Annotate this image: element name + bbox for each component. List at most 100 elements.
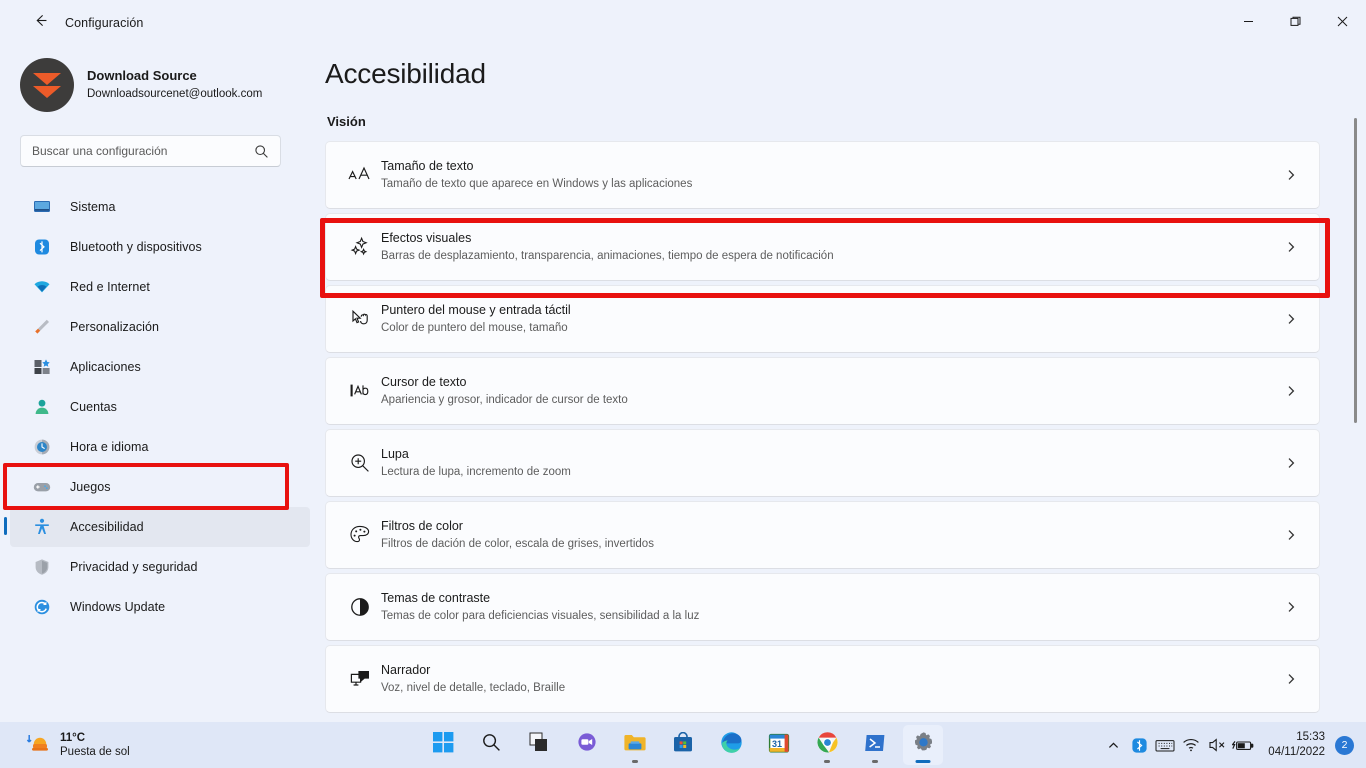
row-subtitle: Lectura de lupa, incremento de zoom	[381, 466, 571, 479]
sidebar-item-privacidad[interactable]: Privacidad y seguridad	[10, 547, 310, 587]
sidebar-item-label: Sistema	[70, 200, 116, 214]
search-button[interactable]	[471, 725, 511, 765]
mouse-pointer-icon	[339, 307, 381, 331]
scrollbar[interactable]	[1354, 106, 1358, 722]
clock-time: 15:33	[1296, 731, 1325, 744]
row-title: Puntero del mouse y entrada táctil	[381, 302, 571, 317]
narrator-icon	[339, 667, 381, 691]
settings-row-narrator[interactable]: Narrador Voz, nivel de detalle, teclado,…	[325, 645, 1320, 713]
gear-icon	[912, 731, 935, 759]
settings-app[interactable]	[903, 725, 943, 765]
speaker-muted-icon[interactable]	[1204, 729, 1230, 761]
clock[interactable]: 15:33 04/11/2022	[1268, 730, 1325, 760]
sidebar-item-bluetooth[interactable]: Bluetooth y dispositivos	[10, 227, 310, 267]
sidebar-item-hora[interactable]: Hora e idioma	[10, 427, 310, 467]
sidebar-item-label: Hora e idioma	[70, 440, 149, 454]
chevron-up-icon[interactable]	[1100, 729, 1126, 761]
minimize-button[interactable]	[1225, 0, 1272, 46]
sidebar-item-label: Red e Internet	[70, 280, 150, 294]
clock-date: 04/11/2022	[1268, 746, 1325, 758]
sparkle-icon	[339, 235, 381, 259]
sidebar-item-juegos[interactable]: Juegos	[10, 467, 310, 507]
windows-logo-icon	[432, 732, 454, 758]
wifi-icon[interactable]	[1178, 729, 1204, 761]
close-button[interactable]	[1319, 0, 1366, 46]
task-view-icon	[529, 732, 550, 758]
row-title: Cursor de texto	[381, 374, 467, 389]
sidebar: Download Source Downloadsourcenet@outloo…	[0, 46, 320, 722]
chrome-icon	[816, 731, 839, 759]
row-subtitle: Voz, nivel de detalle, teclado, Braille	[381, 682, 566, 695]
maximize-button[interactable]	[1272, 0, 1319, 46]
search-icon	[254, 144, 269, 164]
chevron-right-icon	[1276, 169, 1306, 181]
window-title: Configuración	[65, 16, 144, 30]
sidebar-item-accesibilidad[interactable]: Accesibilidad	[4, 507, 310, 547]
search-icon	[481, 732, 502, 758]
settings-row-text-cursor[interactable]: Cursor de texto Apariencia y grosor, ind…	[325, 357, 1320, 425]
start-button[interactable]	[423, 725, 463, 765]
sidebar-item-red[interactable]: Red e Internet	[10, 267, 310, 307]
chevron-right-icon	[1276, 529, 1306, 541]
user-profile[interactable]: Download Source Downloadsourcenet@outloo…	[20, 58, 320, 112]
maximize-icon	[1290, 14, 1301, 32]
chat-button[interactable]	[567, 725, 607, 765]
profile-name: Download Source	[87, 68, 197, 84]
task-view-button[interactable]	[519, 725, 559, 765]
back-button[interactable]	[23, 8, 57, 38]
scrollbar-thumb[interactable]	[1354, 118, 1357, 423]
row-subtitle: Tamaño de texto que aparece en Windows y…	[381, 178, 693, 191]
contrast-icon	[339, 595, 381, 619]
settings-row-magnifier[interactable]: Lupa Lectura de lupa, incremento de zoom	[325, 429, 1320, 497]
minimize-icon	[1243, 14, 1254, 32]
store-icon	[672, 731, 694, 759]
microsoft-store[interactable]	[663, 725, 703, 765]
search-box[interactable]	[20, 135, 281, 167]
settings-row-contrast-themes[interactable]: Temas de contraste Temas de color para d…	[325, 573, 1320, 641]
sidebar-item-windows-update[interactable]: Windows Update	[10, 587, 310, 627]
chat-icon	[576, 732, 598, 759]
main-content: Accesibilidad Visión Tamaño de texto Tam…	[320, 46, 1366, 722]
row-title: Lupa	[381, 446, 409, 461]
weather-temperature: 11°C	[60, 731, 86, 744]
sidebar-item-aplicaciones[interactable]: Aplicaciones	[10, 347, 310, 387]
notification-badge[interactable]: 2	[1335, 735, 1354, 755]
weather-widget[interactable]: 11°C Puesta de sol	[18, 728, 138, 763]
calendar-icon: 31	[768, 732, 790, 759]
row-subtitle: Temas de color para deficiencias visuale…	[381, 610, 700, 623]
sidebar-item-cuentas[interactable]: Cuentas	[10, 387, 310, 427]
settings-row-color-filters[interactable]: Filtros de color Filtros de dación de co…	[325, 501, 1320, 569]
calendar-app[interactable]: 31	[759, 725, 799, 765]
sidebar-item-label: Accesibilidad	[70, 520, 144, 534]
settings-row-mouse-pointer[interactable]: Puntero del mouse y entrada táctil Color…	[325, 285, 1320, 353]
row-subtitle: Color de puntero del mouse, tamaño	[381, 322, 568, 335]
row-title: Tamaño de texto	[381, 158, 474, 173]
shield-icon	[32, 557, 52, 577]
sidebar-item-label: Aplicaciones	[70, 360, 141, 374]
page-title: Accesibilidad	[325, 58, 486, 89]
avatar	[20, 58, 74, 112]
microsoft-edge[interactable]	[711, 725, 751, 765]
sidebar-nav: Sistema Bluetooth y dispositivos Red e I…	[0, 187, 320, 627]
bluetooth-icon[interactable]	[1126, 729, 1152, 761]
search-input[interactable]	[21, 136, 236, 166]
sidebar-item-label: Juegos	[70, 480, 111, 494]
file-explorer[interactable]	[615, 725, 655, 765]
sidebar-item-sistema[interactable]: Sistema	[10, 187, 310, 227]
keyboard-icon[interactable]	[1152, 729, 1178, 761]
palette-icon	[339, 523, 381, 547]
google-chrome[interactable]	[807, 725, 847, 765]
row-title: Filtros de color	[381, 518, 463, 533]
powershell[interactable]	[855, 725, 895, 765]
accessibility-icon	[32, 517, 52, 537]
chevron-right-icon	[1276, 673, 1306, 685]
row-title: Narrador	[381, 662, 431, 677]
settings-row-text-size[interactable]: Tamaño de texto Tamaño de texto que apar…	[325, 141, 1320, 209]
chevron-right-icon	[1276, 313, 1306, 325]
battery-charging-icon[interactable]	[1230, 729, 1256, 761]
settings-row-visual-effects[interactable]: Efectos visuales Barras de desplazamient…	[325, 213, 1320, 281]
system-tray: 15:33 04/11/2022 2	[1100, 722, 1366, 768]
sidebar-item-personalizacion[interactable]: Personalización	[10, 307, 310, 347]
chevron-right-icon	[1276, 385, 1306, 397]
row-title: Temas de contraste	[381, 590, 491, 605]
